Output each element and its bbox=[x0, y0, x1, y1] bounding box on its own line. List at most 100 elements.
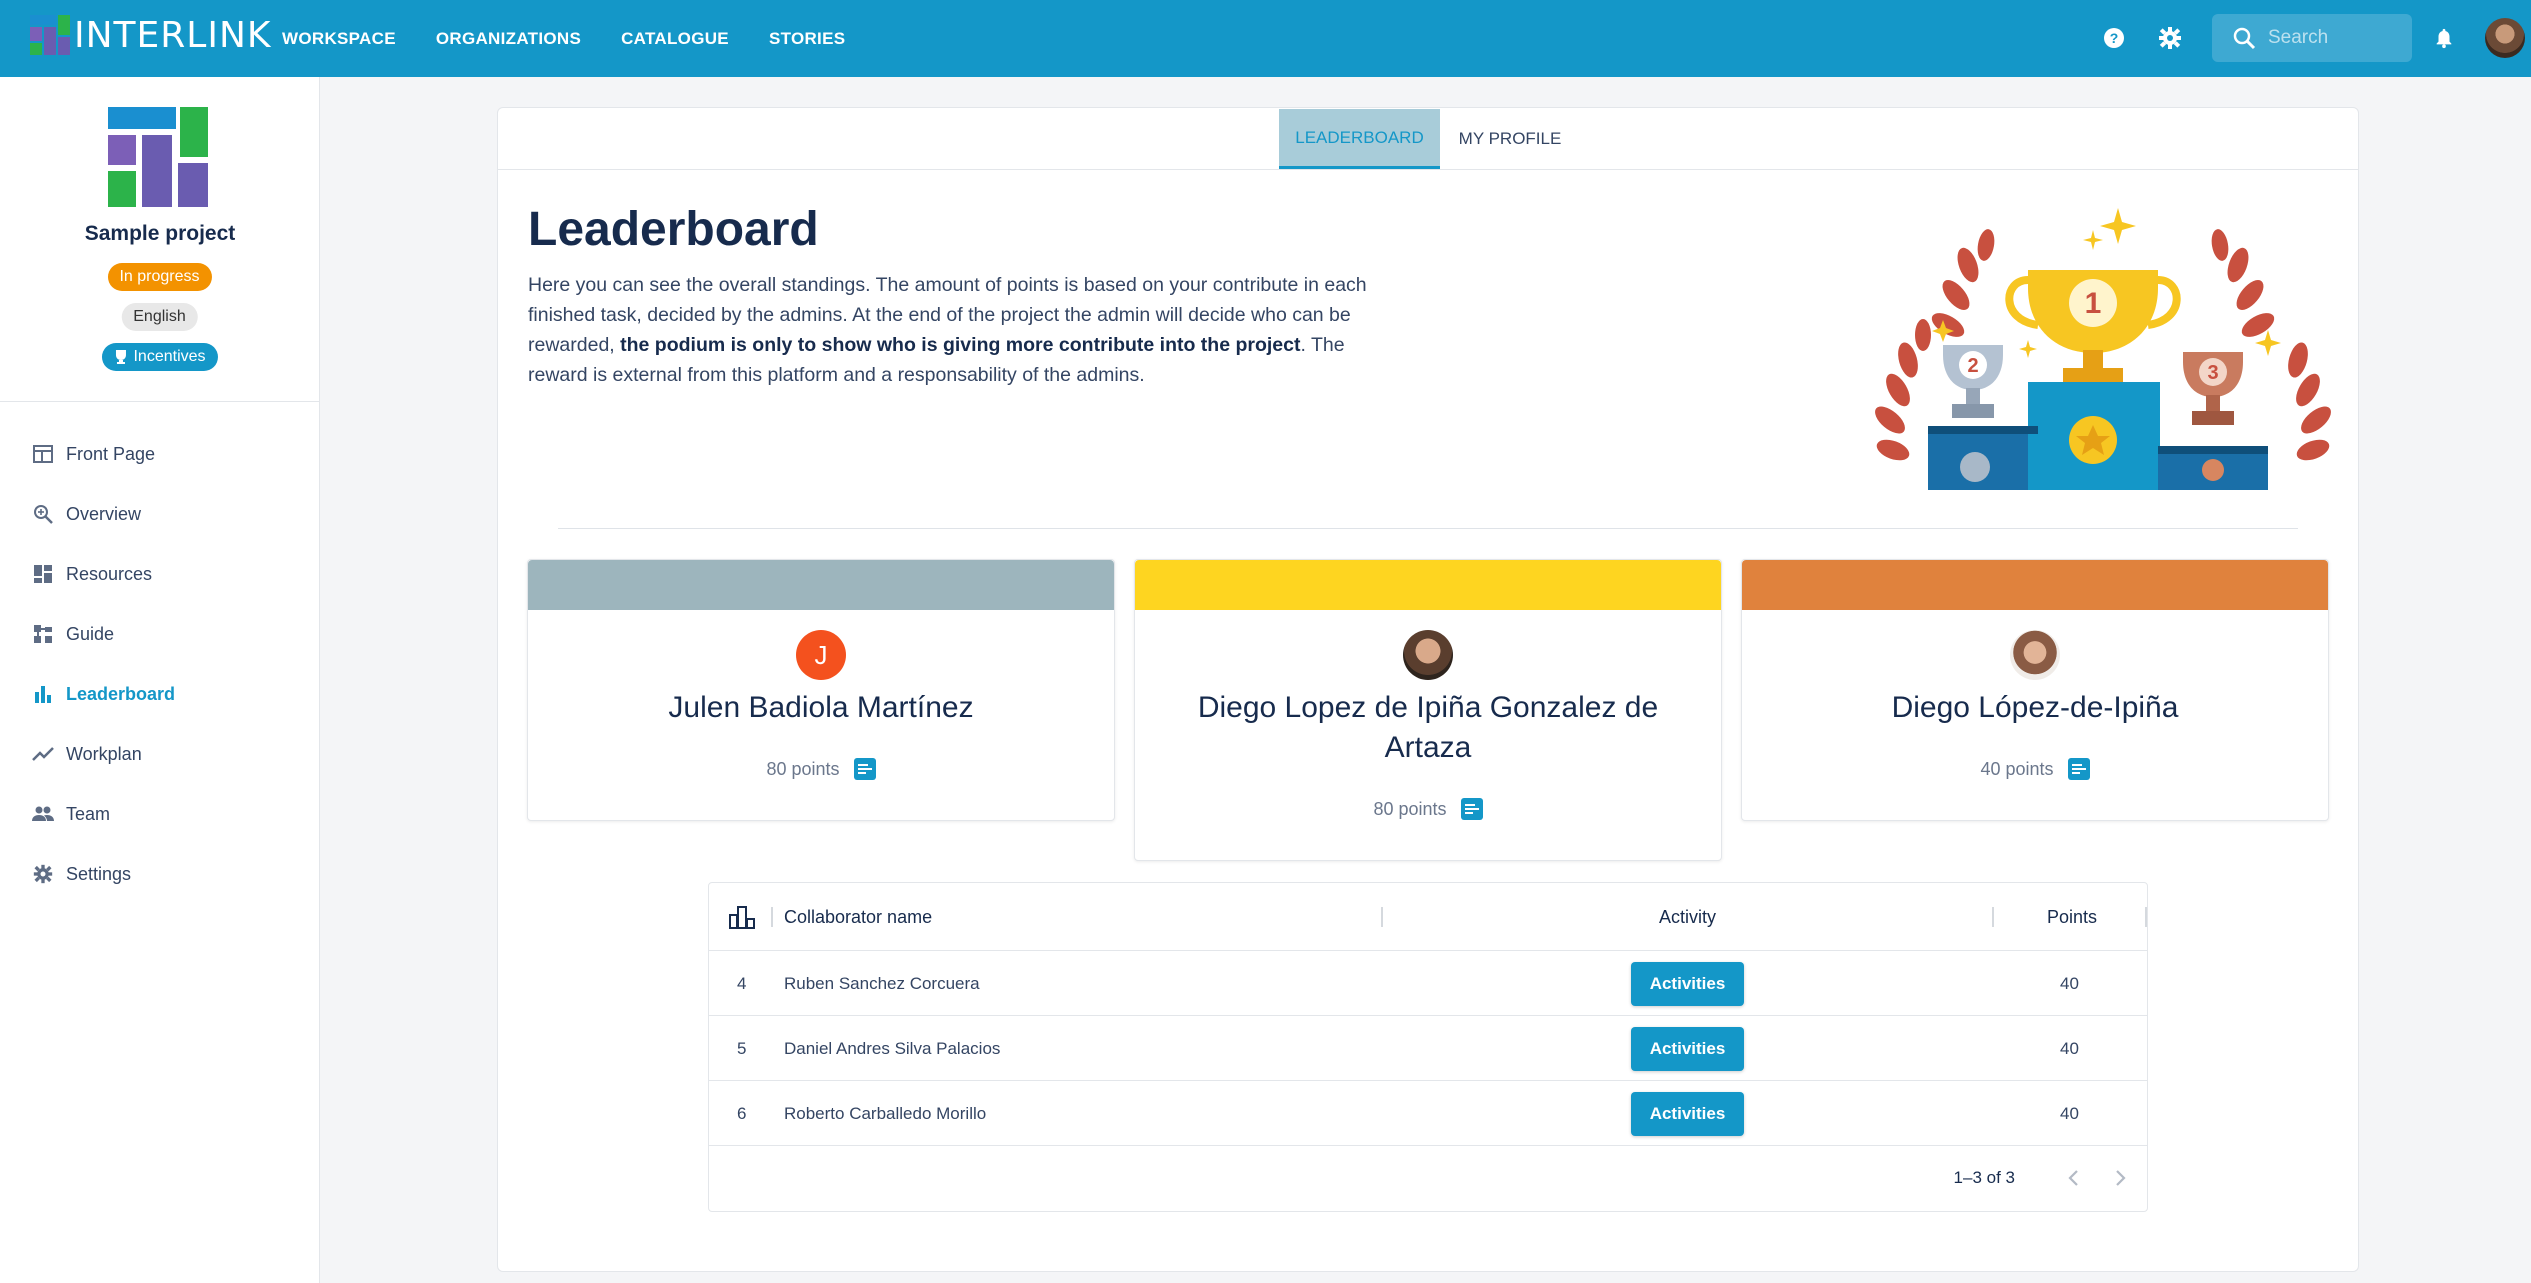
sidebar-item-label: Team bbox=[66, 803, 111, 824]
points-row: 80 points bbox=[1135, 798, 1721, 820]
column-header-name[interactable]: Collaborator name bbox=[784, 883, 932, 951]
project-logo bbox=[108, 107, 208, 207]
points-detail-icon[interactable] bbox=[853, 758, 876, 780]
trophy-podium-illustration: 2 1 3 bbox=[1875, 208, 2331, 490]
avatar bbox=[1403, 630, 1453, 680]
points-row: 40 points bbox=[1742, 758, 2328, 780]
incentives-chip[interactable]: Incentives bbox=[101, 343, 218, 371]
collaborator-name-cell: Roberto Carballedo Morillo bbox=[784, 1103, 987, 1123]
pagination-range: 1–3 of 3 bbox=[1953, 1168, 2015, 1187]
language-chip: English bbox=[121, 303, 198, 331]
activities-button[interactable]: Activities bbox=[1631, 1092, 1744, 1136]
nav-organizations[interactable]: ORGANIZATIONS bbox=[436, 29, 581, 49]
sidebar-item-team[interactable]: Team bbox=[32, 794, 110, 834]
nav-stories[interactable]: STORIES bbox=[769, 29, 845, 49]
workplan-icon bbox=[32, 743, 54, 765]
points-detail-icon[interactable] bbox=[1460, 798, 1483, 820]
rank-cell: 4 bbox=[737, 973, 747, 993]
sidebar-item-label: Settings bbox=[66, 863, 132, 884]
column-separator[interactable] bbox=[2145, 907, 2147, 927]
sidebar-item-label: Leaderboard bbox=[66, 683, 176, 704]
gear-icon[interactable] bbox=[2156, 24, 2184, 52]
help-icon[interactable]: ? bbox=[2100, 24, 2128, 52]
tab-leaderboard[interactable]: LEADERBOARD bbox=[1279, 109, 1440, 169]
sidebar-item-guide[interactable]: Guide bbox=[32, 614, 114, 654]
sidebar-item-resources[interactable]: Resources bbox=[32, 554, 152, 594]
interlink-logo[interactable]: INTERLINK bbox=[28, 12, 272, 58]
trophy-icon bbox=[115, 350, 126, 364]
nav-catalogue[interactable]: CATALOGUE bbox=[621, 29, 729, 49]
rank-cell: 6 bbox=[737, 1103, 747, 1123]
sidebar-item-label: Workplan bbox=[66, 743, 142, 764]
points-value: 80 points bbox=[1373, 798, 1447, 819]
table-header: Collaborator name Activity Points bbox=[709, 883, 2147, 951]
leaderboard-table: Collaborator name Activity Points 4 Rube… bbox=[708, 882, 2148, 1212]
table-row: 5 Daniel Andres Silva Palacios Activitie… bbox=[709, 1016, 2147, 1081]
tab-bar: LEADERBOARD MY PROFILE bbox=[498, 108, 2358, 170]
rank-cell: 5 bbox=[737, 1038, 747, 1058]
points-detail-icon[interactable] bbox=[2067, 758, 2090, 780]
collaborator-name: Diego López-de-Ipiña bbox=[1891, 691, 2179, 724]
sidebar-item-label: Guide bbox=[66, 623, 115, 644]
rank-column-icon bbox=[729, 883, 755, 951]
avatar-initial: J bbox=[814, 639, 828, 670]
leaderboard-card: LEADERBOARD MY PROFILE Leaderboard Here … bbox=[497, 107, 2359, 1272]
avatar bbox=[2010, 630, 2060, 680]
resources-icon bbox=[32, 563, 54, 585]
sidebar-item-overview[interactable]: Overview bbox=[32, 494, 141, 534]
column-separator[interactable] bbox=[1381, 907, 1383, 927]
svg-text:?: ? bbox=[2110, 30, 2119, 46]
search-box[interactable] bbox=[2212, 14, 2412, 62]
sidebar-item-front-page[interactable]: Front Page bbox=[32, 434, 155, 474]
avatar: J bbox=[796, 630, 846, 680]
chevron-left-icon[interactable] bbox=[2067, 1169, 2079, 1187]
table-row: 6 Roberto Carballedo Morillo Activities … bbox=[709, 1081, 2147, 1146]
user-avatar[interactable] bbox=[2485, 18, 2525, 58]
svg-text:3: 3 bbox=[2207, 362, 2218, 384]
sidebar-item-label: Front Page bbox=[66, 443, 156, 464]
project-sidebar: Sample project In progress English Incen… bbox=[0, 77, 320, 1283]
points-cell: 40 bbox=[2060, 1038, 2079, 1058]
activities-button[interactable]: Activities bbox=[1631, 962, 1744, 1006]
project-name: Sample project bbox=[84, 222, 236, 245]
column-separator[interactable] bbox=[771, 907, 773, 927]
column-header-points[interactable]: Points bbox=[2047, 883, 2097, 951]
sidebar-item-workplan[interactable]: Workplan bbox=[32, 734, 142, 774]
podium-card-first: J Julen Badiola Martínez 80 points bbox=[527, 559, 1115, 821]
guide-icon bbox=[32, 623, 54, 645]
top-app-bar: INTERLINK WORKSPACE ORGANIZATIONS CATALO… bbox=[0, 0, 2531, 77]
sidebar-item-label: Resources bbox=[66, 563, 153, 584]
page-title: Leaderboard bbox=[528, 203, 819, 256]
sidebar-divider bbox=[0, 401, 320, 402]
incentives-label: Incentives bbox=[133, 348, 206, 365]
column-separator[interactable] bbox=[1992, 907, 1994, 927]
nav-workspace[interactable]: WORKSPACE bbox=[282, 29, 396, 49]
collaborator-name: Julen Badiola Martínez bbox=[668, 691, 974, 724]
sidebar-item-leaderboard[interactable]: Leaderboard bbox=[32, 674, 175, 714]
bell-icon[interactable] bbox=[2430, 24, 2458, 52]
svg-text:1: 1 bbox=[2085, 287, 2102, 320]
search-input[interactable] bbox=[2268, 27, 2398, 49]
sidebar-item-label: Overview bbox=[66, 503, 142, 524]
points-value: 40 points bbox=[1980, 758, 2054, 779]
leaderboard-icon bbox=[32, 683, 54, 705]
points-cell: 40 bbox=[2060, 1103, 2079, 1123]
settings-icon bbox=[32, 863, 54, 885]
points-value: 80 points bbox=[766, 758, 840, 779]
points-cell: 40 bbox=[2060, 973, 2079, 993]
chevron-right-icon[interactable] bbox=[2115, 1169, 2127, 1187]
tab-my-profile[interactable]: MY PROFILE bbox=[1440, 109, 1580, 169]
collaborator-name-cell: Ruben Sanchez Corcuera bbox=[784, 973, 980, 993]
column-header-activity[interactable]: Activity bbox=[1659, 883, 1716, 951]
svg-text:2: 2 bbox=[1967, 355, 1978, 377]
table-pagination: 1–3 of 3 bbox=[1747, 1145, 2147, 1211]
main-nav: WORKSPACE ORGANIZATIONS CATALOGUE STORIE… bbox=[282, 0, 845, 77]
interlink-logo-icon bbox=[30, 15, 70, 55]
activities-button[interactable]: Activities bbox=[1631, 1027, 1744, 1071]
team-icon bbox=[32, 803, 54, 825]
podium-band bbox=[1135, 560, 1721, 610]
podium-card-third: Diego López-de-Ipiña 40 points bbox=[1741, 559, 2329, 821]
sidebar-item-settings[interactable]: Settings bbox=[32, 854, 131, 894]
front-page-icon bbox=[32, 443, 54, 465]
description-bold-text: the podium is only to show who is giving… bbox=[620, 334, 1301, 356]
